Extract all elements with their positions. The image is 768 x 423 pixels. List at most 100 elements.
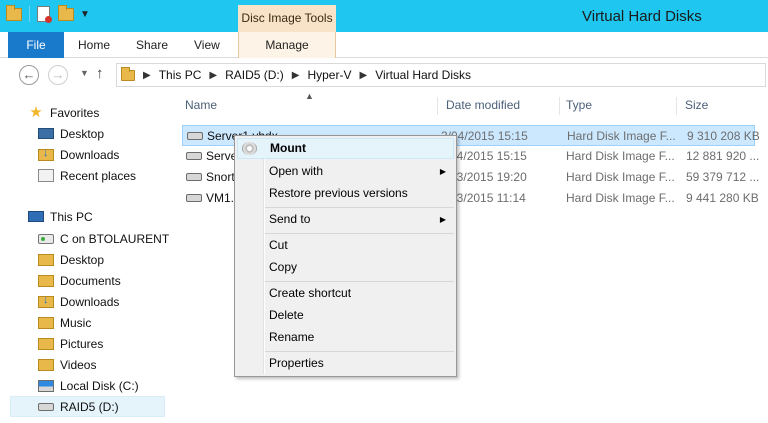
menu-separator [265,351,454,352]
computer-icon [28,211,44,222]
menu-item-label: Rename [269,330,315,344]
recent-locations-chevron-icon[interactable]: ▼ [80,68,89,78]
nav-item-raid5-d[interactable]: RAID5 (D:) [10,396,165,417]
network-drive-icon [38,233,54,244]
menu-item-label: Cut [269,238,288,252]
tab-home[interactable]: Home [78,32,110,58]
folder-icon [38,337,54,350]
menu-item-create-shortcut[interactable]: Create shortcut [237,283,454,304]
forward-button[interactable]: → [48,65,68,85]
vhd-file-icon [186,194,202,202]
menu-item-send-to[interactable]: Send to ▶ [237,209,454,230]
nav-label: This PC [50,209,93,224]
nav-label: Documents [60,273,121,288]
menu-item-restore-previous-versions[interactable]: Restore previous versions [237,183,454,204]
customize-toolbar-chevron-icon[interactable]: ▼ [80,9,90,20]
folder-icon [38,358,54,371]
menu-item-cut[interactable]: Cut [237,235,454,256]
nav-label: C on BTOLAURENT [60,231,170,246]
menu-item-label: Copy [269,260,298,274]
menu-item-mount[interactable]: Mount [237,138,454,159]
menu-item-delete[interactable]: Delete [237,305,454,326]
file-size: 59 379 712 ... [686,170,760,184]
breadcrumb-chevron-icon[interactable]: ▶ [143,70,151,81]
tab-share[interactable]: Share [136,32,168,58]
folder-icon [121,66,135,81]
folder-icon [38,316,54,329]
nav-label: RAID5 (D:) [60,399,119,414]
menu-item-copy[interactable]: Copy [237,257,454,278]
desktop-icon [38,128,54,139]
quick-access-toolbar: ▼ [6,4,90,23]
breadcrumb-chevron-icon[interactable]: ▶ [209,70,217,81]
star-icon: ★ [29,103,43,121]
drive-icon [38,402,54,411]
file-name: Serve [206,149,238,163]
submenu-arrow-icon: ▶ [439,215,446,224]
menu-item-label: Mount [270,141,306,155]
tab-view[interactable]: View [194,32,220,58]
properties-icon[interactable] [37,6,52,23]
new-folder-icon[interactable] [58,4,74,21]
recent-places-icon [38,169,54,182]
nav-label: Pictures [60,336,104,351]
navigation-bar: ← → ▼ ↑ ▶ This PC ▶ RAID5 (D:) ▶ Hyper-V… [0,59,768,91]
file-name: Snort [206,170,235,184]
nav-label: Desktop [60,252,105,267]
menu-item-label: Create shortcut [269,286,352,300]
folder-icon [38,274,54,287]
nav-label: Desktop [60,126,105,141]
address-bar[interactable]: ▶ This PC ▶ RAID5 (D:) ▶ Hyper-V ▶ Virtu… [116,63,766,87]
folder-icon [38,253,54,266]
up-button[interactable]: ↑ [96,65,104,82]
context-menu: Mount Open with ▶ Restore previous versi… [234,135,457,377]
breadcrumb-raid5[interactable]: RAID5 (D:) [225,68,284,82]
breadcrumb-hyper-v[interactable]: Hyper-V [307,68,351,82]
tab-file[interactable]: File [8,32,64,58]
menu-item-label: Restore previous versions [269,186,408,200]
arrow-right-icon: → [51,67,65,82]
nav-label: Favorites [50,105,100,120]
breadcrumb-chevron-icon[interactable]: ▶ [292,70,300,81]
nav-label: Music [60,315,92,330]
file-size: 9 310 208 KB [687,129,760,143]
breadcrumb-chevron-icon[interactable]: ▶ [359,70,367,81]
window-title: Virtual Hard Disks [582,8,702,25]
menu-separator [265,233,454,234]
column-header-size[interactable]: Size [679,97,768,115]
contextual-tab-group-header: Disc Image Tools [238,5,336,32]
menu-item-label: Delete [269,308,304,322]
submenu-arrow-icon: ▶ [439,167,446,176]
breadcrumb-this-pc[interactable]: This PC [159,68,202,82]
nav-label: Local Disk (C:) [60,378,139,393]
downloads-folder-icon [38,147,54,161]
column-header-date-modified[interactable]: Date modified [440,97,560,115]
folder-icon[interactable] [6,4,22,21]
file-type: Hard Disk Image F... [566,170,675,184]
vhd-file-icon [187,132,203,140]
menu-separator [265,207,454,208]
menu-item-rename[interactable]: Rename [237,327,454,348]
system-drive-icon [38,379,54,392]
file-name: VM1. [206,191,235,205]
file-size: 9 441 280 KB [686,191,759,205]
downloads-folder-icon [38,294,54,308]
menu-item-label: Properties [269,356,324,370]
vhd-file-icon [186,152,202,160]
ribbon-tabs: File Home Share View Manage [0,32,768,58]
column-header-name[interactable]: Name [179,97,438,115]
column-header-type[interactable]: Type [560,97,677,115]
tab-manage[interactable]: Manage [238,32,336,58]
file-size: 12 881 920 ... [686,149,760,163]
nav-label: Downloads [60,147,120,162]
menu-item-open-with[interactable]: Open with ▶ [237,161,454,182]
disc-icon [242,142,257,155]
menu-separator [265,281,454,282]
nav-label: Recent places [60,168,137,183]
breadcrumb-virtual-hard-disks[interactable]: Virtual Hard Disks [375,68,471,82]
title-bar: ▼ Disc Image Tools Virtual Hard Disks [0,0,768,32]
back-button[interactable]: ← [19,65,39,85]
file-type: Hard Disk Image F... [566,149,675,163]
menu-item-properties[interactable]: Properties [237,353,454,374]
nav-label: Videos [60,357,97,372]
